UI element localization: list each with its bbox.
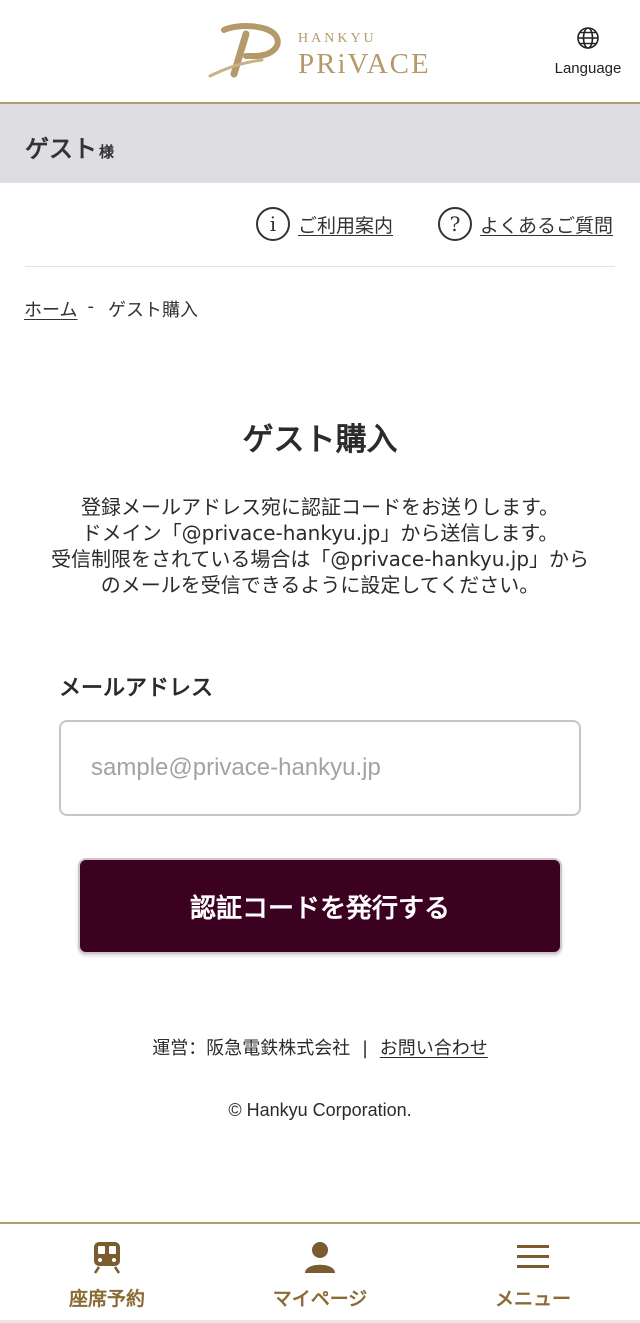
site-header: HANKYU PRiVACE Language xyxy=(0,0,640,104)
person-icon xyxy=(305,1242,335,1273)
help-links: i ご利用案内 ? よくあるご質問 xyxy=(0,204,640,248)
description-line: 登録メールアドレス宛に認証コードをお送りします。 xyxy=(81,495,559,519)
language-label: Language xyxy=(554,60,622,77)
guest-greeting: ゲスト様 xyxy=(25,129,114,164)
guide-link-label: ご利用案内 xyxy=(298,214,394,237)
email-label: メールアドレス xyxy=(59,676,214,701)
language-button[interactable]: Language xyxy=(548,26,628,77)
nav-label: メニュー xyxy=(494,1288,571,1310)
guest-honorific: 様 xyxy=(99,143,115,161)
nav-my-page[interactable]: マイページ xyxy=(240,1240,400,1311)
nav-label: マイページ xyxy=(272,1288,368,1310)
breadcrumb-separator: - xyxy=(87,296,94,317)
guide-link[interactable]: i ご利用案内 xyxy=(256,204,393,244)
copyright: © Hankyu Corporation. xyxy=(228,1100,412,1120)
logo-mark-icon xyxy=(208,23,281,78)
globe-icon xyxy=(577,27,599,49)
issue-code-button[interactable]: 認証コードを発行する xyxy=(78,858,562,954)
breadcrumb-current: ゲスト購入 xyxy=(107,300,198,321)
breadcrumb: ホーム - ゲスト購入 xyxy=(24,296,198,322)
footer-operator: 運営：阪急電鉄株式会社 | お問い合わせ xyxy=(0,1034,640,1060)
logo-sub-text: HANKYU xyxy=(298,31,377,46)
nav-seat-reservation[interactable]: 座席予約 xyxy=(27,1240,187,1311)
email-input[interactable] xyxy=(59,720,581,816)
guest-name: ゲスト xyxy=(25,135,97,163)
faq-link-label: よくあるご質問 xyxy=(480,214,614,237)
description-line: 受信制限をされている場合は「@privace-hankyu.jp」から xyxy=(50,547,590,571)
description-line: のメールを受信できるように設定してください。 xyxy=(100,573,540,597)
hankyu-privace-logo[interactable]: HANKYU PRiVACE xyxy=(206,22,438,82)
divider xyxy=(25,266,615,267)
description: 登録メールアドレス宛に認証コードをお送りします。 ドメイン「@privace-h… xyxy=(20,494,620,598)
nav-menu[interactable]: メニュー xyxy=(453,1240,613,1311)
question-icon: ? xyxy=(438,207,472,241)
bottom-nav: 座席予約 マイページ メニュー xyxy=(0,1222,640,1323)
page-title: ゲスト購入 xyxy=(242,422,398,458)
guest-bar: ゲスト様 xyxy=(0,104,640,183)
train-icon xyxy=(93,1242,121,1274)
operator-text: 運営：阪急電鉄株式会社 xyxy=(152,1038,351,1059)
contact-link[interactable]: お問い合わせ xyxy=(380,1038,488,1059)
hamburger-menu-icon xyxy=(517,1245,549,1268)
info-icon: i xyxy=(256,207,290,241)
breadcrumb-home[interactable]: ホーム xyxy=(24,296,77,322)
nav-label: 座席予約 xyxy=(68,1288,145,1310)
faq-link[interactable]: ? よくあるご質問 xyxy=(438,204,613,244)
footer-divider: | xyxy=(361,1038,369,1059)
description-line: ドメイン「@privace-hankyu.jp」から送信します。 xyxy=(81,521,559,545)
logo-main-text: PRiVACE xyxy=(298,48,431,80)
